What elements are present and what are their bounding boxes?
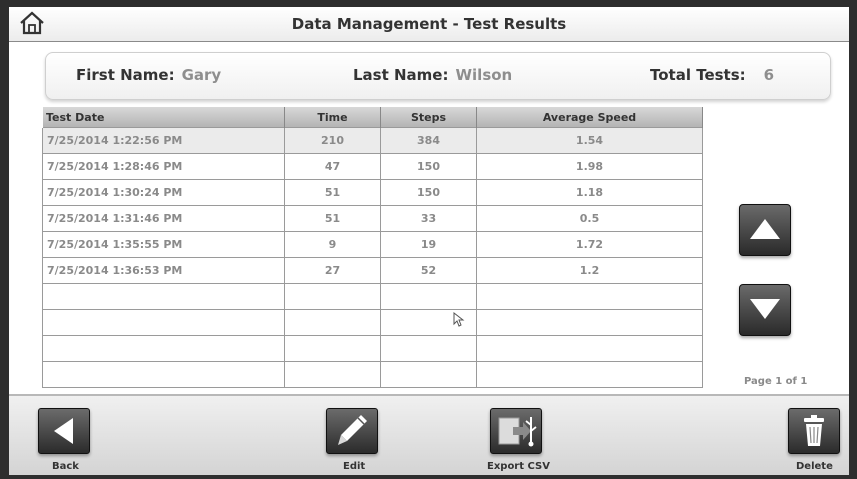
delete-button[interactable]: [788, 408, 840, 454]
cell-average-speed: 0.5: [476, 205, 703, 232]
triangle-down-icon: [750, 299, 780, 319]
cell-time: 51: [284, 179, 381, 206]
empty-table-row: [42, 335, 703, 362]
export-csv-label: Export CSV: [487, 461, 550, 472]
triangle-left-icon: [54, 418, 73, 444]
total-tests-value: 6: [763, 66, 775, 84]
title-bar: Data Management - Test Results: [9, 7, 849, 42]
test-results-table: Test Date Time Steps Average Speed 7/25/…: [42, 107, 703, 388]
back-button[interactable]: [38, 408, 90, 454]
first-name-label: First Name:: [76, 66, 175, 84]
cell-steps: 19: [380, 231, 477, 258]
cell-test-date: 7/25/2014 1:36:53 PM: [42, 257, 285, 284]
table-row[interactable]: 7/25/2014 1:36:53 PM 27 52 1.2: [42, 257, 703, 284]
cell-average-speed: 1.2: [476, 257, 703, 284]
cell-test-date: 7/25/2014 1:30:24 PM: [42, 179, 285, 206]
page-indicator: Page 1 of 1: [744, 376, 808, 387]
back-label: Back: [52, 461, 79, 472]
table-row[interactable]: 7/25/2014 1:22:56 PM 210 384 1.54: [42, 127, 703, 154]
total-tests-label: Total Tests:: [650, 66, 746, 84]
total-tests-field: Total Tests: 6: [650, 66, 774, 84]
empty-table-row: [42, 309, 703, 336]
empty-table-row: [42, 283, 703, 310]
cell-steps: 384: [380, 127, 477, 154]
trash-icon: [804, 415, 824, 446]
triangle-up-icon: [750, 219, 780, 239]
cell-test-date: 7/25/2014 1:22:56 PM: [42, 127, 285, 154]
column-header-time[interactable]: Time: [284, 107, 381, 128]
first-name-field: First Name: Gary: [76, 66, 221, 84]
cell-time: 47: [284, 153, 381, 180]
table-row[interactable]: 7/25/2014 1:35:55 PM 9 19 1.72: [42, 231, 703, 258]
cell-test-date: 7/25/2014 1:31:46 PM: [42, 205, 285, 232]
cell-time: 51: [284, 205, 381, 232]
last-name-label: Last Name:: [353, 66, 449, 84]
cell-average-speed: 1.54: [476, 127, 703, 154]
table-row[interactable]: 7/25/2014 1:28:46 PM 47 150 1.98: [42, 153, 703, 180]
edit-button[interactable]: [326, 408, 378, 454]
cell-average-speed: 1.98: [476, 153, 703, 180]
cell-steps: 150: [380, 179, 477, 206]
cell-steps: 150: [380, 153, 477, 180]
first-name-value: Gary: [181, 66, 222, 84]
column-header-steps[interactable]: Steps: [380, 107, 477, 128]
table-row[interactable]: 7/25/2014 1:31:46 PM 51 33 0.5: [42, 205, 703, 232]
bottom-toolbar: Back Edit Export CSV Delete: [9, 394, 849, 475]
table-header-row: Test Date Time Steps Average Speed: [42, 107, 703, 128]
column-header-average-speed[interactable]: Average Speed: [476, 107, 703, 128]
delete-label: Delete: [796, 461, 833, 472]
cell-steps: 33: [380, 205, 477, 232]
cell-test-date: 7/25/2014 1:35:55 PM: [42, 231, 285, 258]
table-row[interactable]: 7/25/2014 1:30:24 PM 51 150 1.18: [42, 179, 703, 206]
patient-info-panel: First Name: Gary Last Name: Wilson Total T…: [45, 52, 831, 100]
cell-average-speed: 1.18: [476, 179, 703, 206]
mouse-pointer-icon: [453, 312, 465, 327]
scroll-up-button[interactable]: [739, 204, 791, 256]
pencil-icon: [338, 415, 367, 445]
app-window: Data Management - Test Results First Nam…: [9, 7, 849, 475]
cell-time: 9: [284, 231, 381, 258]
edit-label: Edit: [343, 461, 366, 472]
last-name-value: Wilson: [455, 66, 513, 84]
export-csv-button[interactable]: [490, 408, 542, 454]
cell-average-speed: 1.72: [476, 231, 703, 258]
cell-time: 210: [284, 127, 381, 154]
cell-steps: 52: [380, 257, 477, 284]
usb-export-icon: [498, 417, 537, 447]
page-title: Data Management - Test Results: [291, 15, 567, 33]
last-name-field: Last Name: Wilson: [353, 66, 512, 84]
cell-test-date: 7/25/2014 1:28:46 PM: [42, 153, 285, 180]
scroll-down-button[interactable]: [739, 284, 791, 336]
column-header-test-date[interactable]: Test Date: [42, 107, 285, 128]
empty-table-row: [42, 361, 703, 388]
cell-time: 27: [284, 257, 381, 284]
